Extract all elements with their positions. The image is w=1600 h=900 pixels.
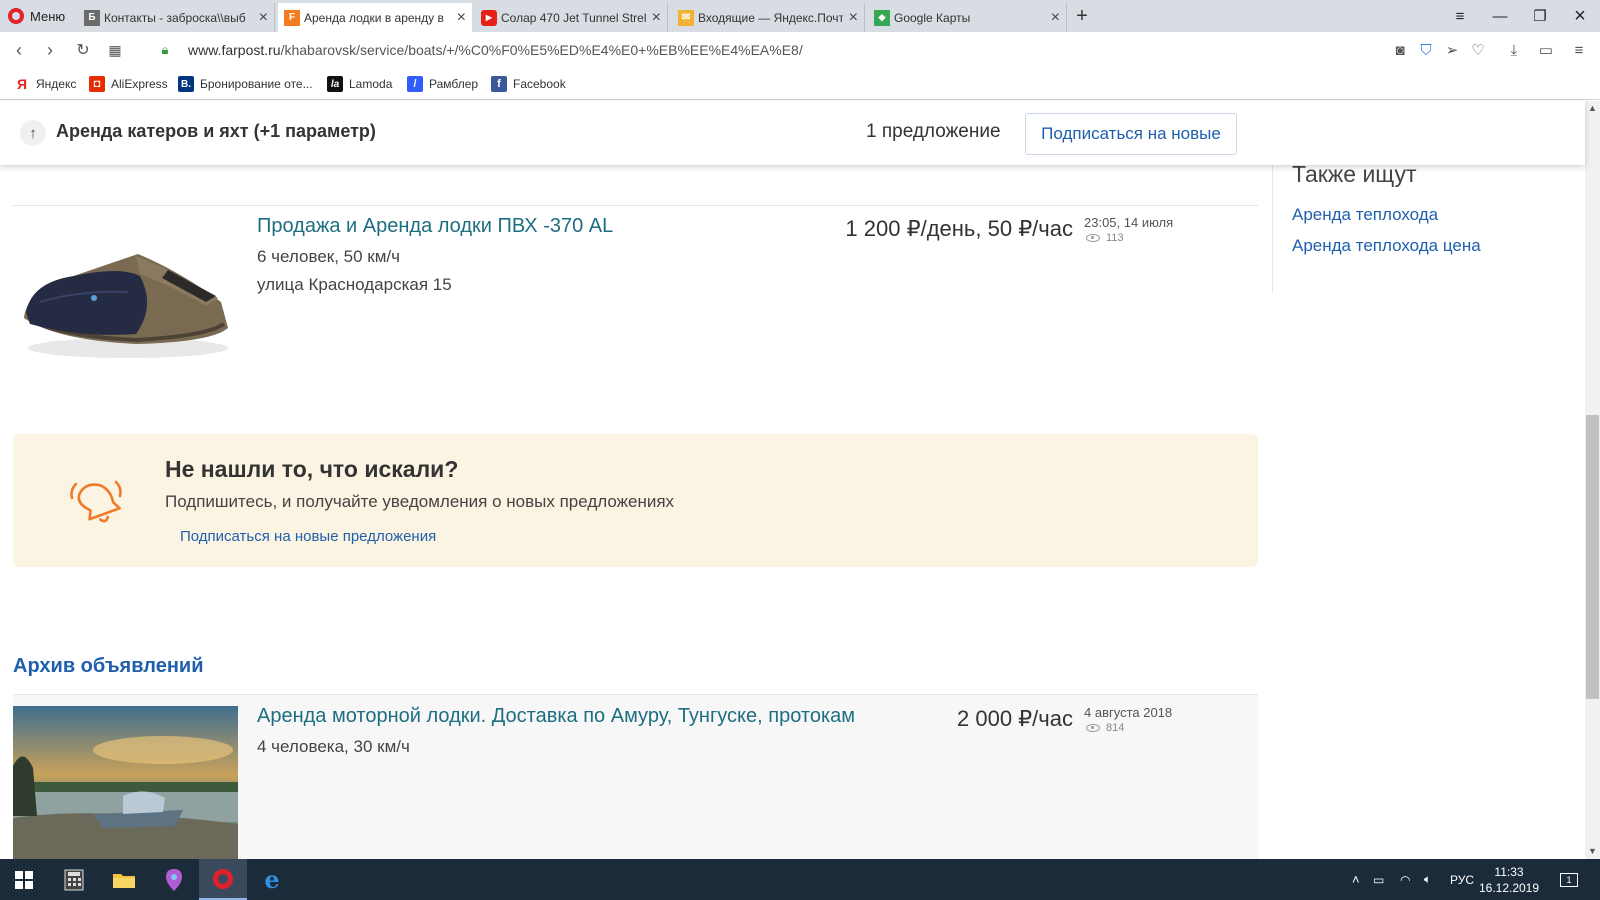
motor-boat-sunset-image (13, 706, 238, 859)
offers-count: 1 предложение (866, 121, 1001, 142)
forward-arrow-icon[interactable]: › (35, 32, 65, 68)
tab-youtube[interactable]: ▶ Солар 470 Jet Tunnel Strel × (475, 3, 668, 32)
close-icon[interactable]: × (259, 9, 268, 27)
vpn-shield-icon[interactable]: ⛉ (1413, 32, 1439, 68)
tab-favicon-farpost-icon: F (284, 9, 300, 26)
scroll-up-arrow-icon[interactable]: ↑ (20, 120, 46, 146)
windows-start-icon[interactable] (0, 859, 48, 900)
heart-icon[interactable]: ♡ (1465, 32, 1491, 68)
bookmark-aliexpress[interactable]: ◘ AliExpress (89, 68, 168, 100)
bookmark-yandex[interactable]: Я Яндекс (14, 68, 76, 100)
also-search-link[interactable]: Аренда теплохода цена (1292, 236, 1481, 256)
language-indicator[interactable]: РУС (1450, 859, 1474, 900)
lamoda-icon: la (327, 76, 343, 92)
listing-address: улица Краснодарская 15 (257, 275, 452, 294)
easy-setup-icon[interactable]: ≡ (1566, 32, 1592, 68)
volume-icon[interactable]: 🔈︎ (1424, 859, 1431, 900)
maps-pin-icon[interactable] (150, 859, 198, 900)
tab-favicon-google-maps-icon: ◆ (874, 9, 890, 26)
wifi-icon[interactable]: ◠ (1400, 859, 1410, 900)
archive-date: 4 августа 2018 (1084, 705, 1173, 720)
send-icon[interactable]: ➢ (1439, 32, 1465, 68)
download-icon[interactable]: ⤓ (1501, 32, 1527, 68)
restore-icon[interactable]: ❐ (1520, 0, 1560, 32)
tab-google-maps[interactable]: ◆ Google Карты × (868, 3, 1067, 32)
listing-date: 23:05, 14 июля (1084, 215, 1174, 230)
tab-menu-icon[interactable]: ≡ (1440, 0, 1480, 32)
close-icon[interactable]: × (652, 9, 661, 27)
yandex-icon: Я (16, 76, 28, 92)
tab-favicon-youtube-icon: ▶ (481, 9, 497, 26)
bookmark-rambler[interactable]: / Рамблер (407, 68, 478, 100)
booking-icon: B. (178, 76, 194, 92)
also-search-link[interactable]: Аренда теплохода (1292, 205, 1438, 225)
opera-taskbar-icon[interactable] (199, 859, 247, 900)
battery-saver-icon[interactable]: ▭ (1533, 32, 1559, 68)
window-close-icon[interactable]: × (1560, 0, 1600, 32)
inflatable-boat-image (24, 254, 228, 358)
also-search-title: Также ищут (1292, 161, 1417, 187)
promo-subscribe-link[interactable]: Подписаться на новые предложения (180, 528, 436, 545)
archive-title-link[interactable]: Аренда моторной лодки. Доставка по Амуру… (257, 705, 855, 728)
archive-price: 2 000 ₽/час (957, 706, 1073, 731)
archive-specs: 4 человека, 30 км/ч (257, 737, 410, 756)
edge-icon[interactable]: e (248, 859, 296, 900)
reload-icon[interactable]: ↻ (68, 32, 98, 68)
opera-menu-button[interactable]: Меню (0, 0, 76, 32)
aliexpress-icon: ◘ (89, 76, 105, 92)
clock[interactable]: 11:33 16.12.2019 (1474, 864, 1544, 896)
calculator-icon[interactable] (50, 859, 98, 900)
scrollbar-thumb[interactable] (1586, 415, 1599, 699)
listing-title-link[interactable]: Продажа и Аренда лодки ПВХ -370 AL (257, 215, 613, 238)
tab-favicon-yandex-mail-icon: ✉ (678, 9, 694, 26)
scroll-down-icon[interactable]: ▼ (1585, 844, 1600, 859)
secure-lock-icon: 🔒︎ (161, 42, 169, 57)
close-icon[interactable]: × (457, 9, 466, 27)
tab-yandex-mail[interactable]: ✉ Входящие — Яндекс.Почт × (672, 3, 865, 32)
promo-text: Подпишитесь, и получайте уведомления о н… (165, 492, 675, 511)
bell-icon (66, 474, 122, 530)
filter-title: Аренда катеров и яхт (+1 параметр) (56, 121, 376, 141)
listing-specs: 6 человек, 50 км/ч (257, 247, 401, 266)
subscribe-new-button[interactable]: Подписаться на новые (1025, 113, 1237, 155)
archive-title: Архив объявлений (13, 655, 204, 677)
battery-icon[interactable]: ▭ (1373, 859, 1384, 900)
snapshot-camera-icon[interactable]: ◙ (1387, 32, 1413, 68)
close-icon[interactable]: × (1051, 9, 1060, 27)
speed-dial-grid-icon[interactable]: ▦ (100, 32, 130, 68)
tab-favicon-contacts-icon: Б (84, 9, 100, 26)
url-field[interactable]: www.farpost.ru/khabarovsk/service/boats/… (188, 32, 803, 68)
listing-views: 113 (1086, 232, 1124, 244)
bookmark-lamoda[interactable]: la Lamoda (327, 68, 392, 100)
tray-chevron-up-icon[interactable]: ˄ (1352, 859, 1360, 900)
eye-icon (1086, 724, 1100, 732)
eye-icon (1086, 234, 1100, 242)
file-explorer-icon[interactable] (100, 859, 148, 900)
minimize-icon[interactable]: — (1480, 0, 1520, 32)
tab-farpost[interactable]: F Аренда лодки в аренду в × (278, 3, 472, 32)
listing-divider (13, 205, 1258, 206)
notification-center-icon[interactable]: 1 (1560, 859, 1578, 900)
promo-title: Не нашли то, что искали? (165, 456, 459, 482)
tab-contacts[interactable]: Б Контакты - заброска\\выб × (78, 3, 275, 32)
sidebar-divider (1272, 165, 1273, 293)
scroll-up-icon[interactable]: ▲ (1585, 101, 1600, 116)
listing-photo-inflatable-boat[interactable] (16, 236, 239, 366)
listing-price: 1 200 ₽/день, 50 ₽/час (845, 216, 1073, 241)
menu-label: Меню (30, 8, 66, 24)
rambler-icon: / (407, 76, 423, 92)
close-icon[interactable]: × (849, 9, 858, 27)
archive-photo-motor-boat[interactable] (13, 706, 238, 859)
facebook-icon: f (491, 76, 507, 92)
back-arrow-icon[interactable]: ‹ (4, 32, 34, 68)
new-tab-plus-icon[interactable]: + (1070, 3, 1094, 29)
archive-views: 814 (1086, 722, 1124, 734)
opera-logo-icon (8, 8, 24, 24)
bookmark-booking[interactable]: B. Бронирование оте... (178, 68, 313, 100)
bookmark-facebook[interactable]: f Facebook (491, 68, 566, 100)
